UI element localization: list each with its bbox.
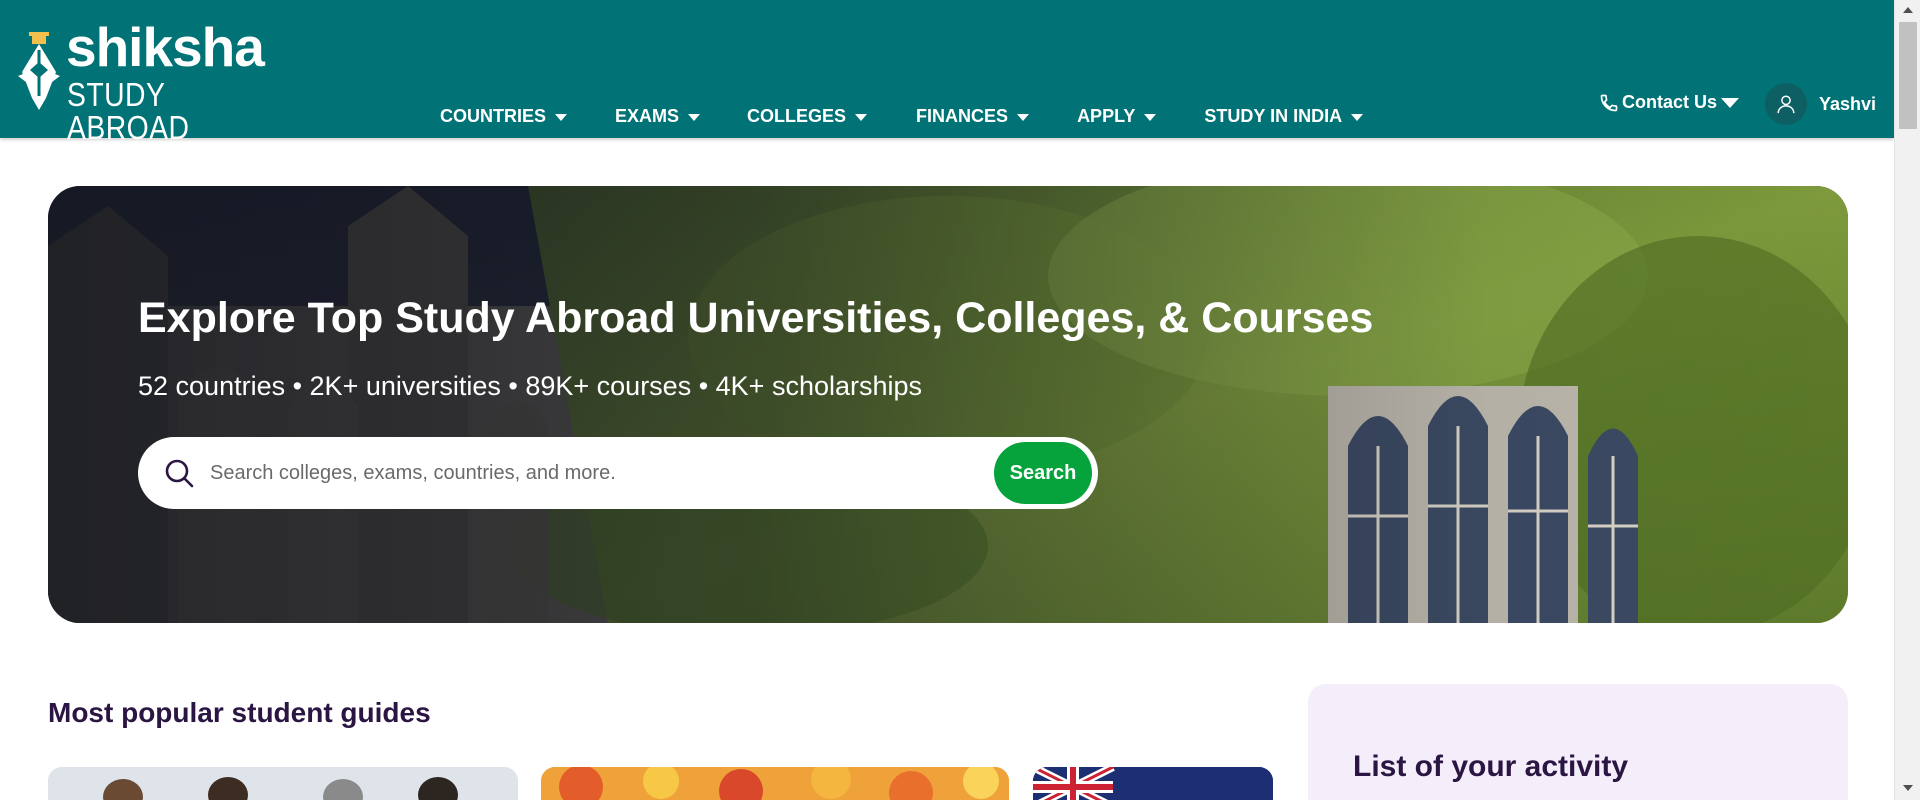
nav-label: COLLEGES [747, 105, 847, 126]
nav-item-study-in-india[interactable]: STUDY IN INDIA [1204, 105, 1364, 127]
nav-label: APPLY [1077, 105, 1136, 126]
search-input[interactable] [210, 453, 990, 493]
search-icon [165, 459, 194, 488]
search-button[interactable]: Search [994, 442, 1092, 504]
chevron-down-icon [855, 113, 868, 121]
avatar [1765, 83, 1807, 125]
phone-icon [1600, 94, 1618, 111]
search-bar: Search [138, 437, 1098, 509]
nav-item-exams[interactable]: EXAMS [615, 105, 701, 127]
guide-card-image [1033, 767, 1273, 800]
hero-title: Explore Top Study Abroad Universities, C… [138, 294, 1374, 342]
student-guides-heading: Most popular student guides [48, 697, 431, 728]
guide-card[interactable] [48, 767, 518, 800]
chevron-down-icon [555, 113, 568, 121]
chevron-down-icon [1017, 113, 1030, 121]
nav-item-apply[interactable]: APPLY [1077, 105, 1157, 127]
chevron-down-icon [1144, 113, 1157, 121]
guide-card-image [48, 767, 518, 800]
scroll-down-arrow-icon[interactable] [1903, 785, 1913, 791]
nav-label: EXAMS [615, 105, 680, 126]
brand-name: shiksha [66, 16, 265, 78]
site-header: shiksha STUDY ABROAD COUNTRIES EXAMS COL… [0, 0, 1894, 144]
nav-label: FINANCES [916, 105, 1009, 126]
guide-card-image [541, 767, 1009, 800]
scroll-thumb[interactable] [1899, 22, 1917, 129]
chevron-down-icon [1721, 97, 1740, 108]
nav-label: STUDY IN INDIA [1204, 105, 1343, 126]
shiksha-logo[interactable]: shiksha STUDY ABROAD [16, 20, 266, 144]
pen-nib-icon [18, 32, 60, 110]
guide-card[interactable] [1033, 767, 1273, 800]
hero-banner: Explore Top Study Abroad Universities, C… [48, 186, 1848, 623]
hero-overlay [48, 186, 1848, 623]
contact-us-menu[interactable]: Contact Us [1599, 92, 1740, 113]
nav-item-countries[interactable]: COUNTRIES [440, 105, 568, 127]
chevron-down-icon [688, 113, 701, 121]
nav-item-finances[interactable]: FINANCES [916, 105, 1030, 127]
contact-us-label: Contact Us [1622, 92, 1718, 112]
activity-heading: List of your activity [1353, 750, 1629, 783]
brand-tagline: STUDY ABROAD [67, 76, 190, 146]
scroll-up-arrow-icon[interactable] [1903, 7, 1913, 13]
guide-card[interactable] [541, 767, 1009, 800]
user-icon [1777, 95, 1795, 114]
user-menu[interactable]: Yashvi [1765, 83, 1876, 125]
main-nav: COUNTRIES EXAMS COLLEGES FINANCES APPLY … [440, 103, 1364, 129]
nav-item-colleges[interactable]: COLLEGES [747, 105, 868, 127]
user-name: Yashvi [1819, 93, 1877, 114]
page-scrollbar[interactable] [1894, 0, 1920, 800]
hero-stats: 52 countries • 2K+ universities • 89K+ c… [138, 371, 923, 401]
nav-label: COUNTRIES [440, 105, 547, 126]
chevron-down-icon [1351, 113, 1364, 121]
activity-panel: List of your activity [1308, 684, 1848, 800]
